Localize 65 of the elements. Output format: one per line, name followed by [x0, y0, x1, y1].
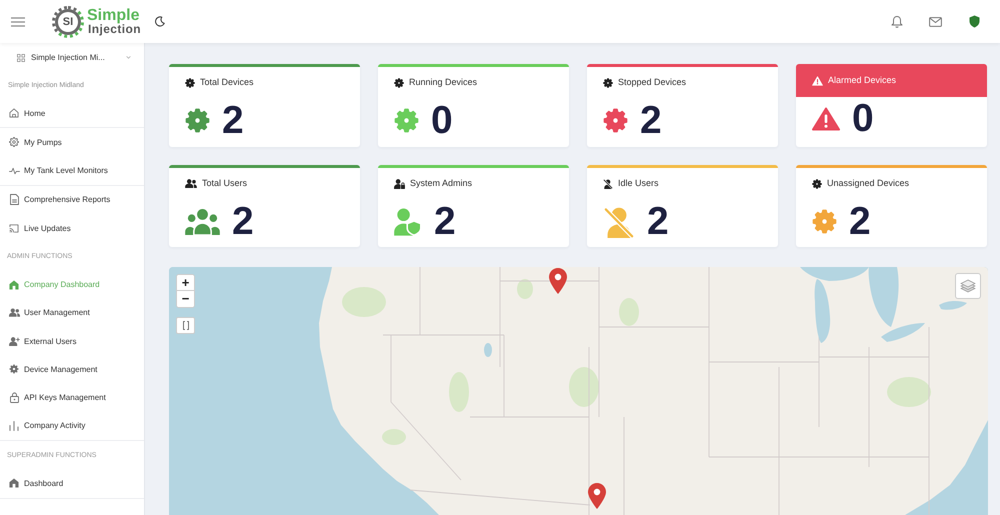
gear-icon: [394, 78, 404, 88]
logo-badge: SI: [52, 6, 84, 38]
stat-value: 2: [647, 202, 669, 241]
card-title: Unassigned Devices: [827, 178, 910, 189]
card-title: Alarmed Devices: [828, 75, 896, 86]
sidebar-link[interactable]: Live Updates: [0, 214, 144, 242]
users-icon: [185, 179, 197, 188]
sidebar-link[interactable]: My Pumps: [0, 128, 144, 156]
stat-value: 0: [431, 101, 453, 140]
sidebar-link[interactable]: External Users: [0, 327, 144, 356]
card-title: Total Users: [202, 178, 248, 189]
gear-icon: [603, 78, 613, 88]
user-plus-icon: [8, 336, 20, 346]
stat-value: 2: [434, 202, 456, 241]
sidebar-link[interactable]: Dashboard: [0, 469, 144, 498]
users-icon: [8, 308, 20, 318]
menu-icon[interactable]: [11, 16, 25, 26]
logo-name: Simple: [87, 8, 140, 22]
pulse-icon: [8, 166, 20, 175]
grid-icon: [17, 54, 25, 62]
layers-button[interactable]: [955, 273, 981, 299]
sidebar-link[interactable]: User Management: [0, 298, 144, 327]
user-lock-icon: [394, 178, 405, 188]
sidebar-link[interactable]: API Keys Management: [0, 384, 144, 412]
stat-value: 2: [849, 202, 871, 241]
company-select[interactable]: Simple Injection Mi...: [0, 43, 131, 72]
layers-icon: [960, 279, 976, 293]
warning-icon: [812, 76, 823, 86]
lock-icon: [10, 392, 18, 404]
stat-value: 2: [232, 202, 254, 241]
cast-icon: [9, 224, 19, 233]
sidebar-link[interactable]: Comprehensive Reports: [0, 186, 144, 214]
stat-value: 0: [852, 99, 874, 138]
moon-icon[interactable]: [154, 16, 165, 27]
card-title: Stopped Devices: [618, 77, 686, 88]
map-pin-icon[interactable]: [588, 483, 606, 509]
card-title: Total Devices: [200, 77, 254, 88]
sidebar-link[interactable]: Company Activity: [0, 412, 144, 440]
card-title: Running Devices: [409, 77, 478, 88]
gear-icon: [9, 137, 19, 148]
bell-icon[interactable]: [891, 15, 903, 28]
logo-tagline: Injection: [88, 22, 141, 36]
mail-icon[interactable]: [929, 16, 942, 26]
house-icon: [9, 478, 19, 488]
zoom-in-button[interactable]: +: [177, 275, 194, 291]
map-pin-icon[interactable]: [549, 268, 567, 294]
stat-value: 2: [640, 101, 662, 140]
gear-icon: [185, 78, 195, 88]
sidebar-link[interactable]: My Tank Level Monitors: [0, 156, 144, 185]
gear-icon: [812, 178, 822, 188]
map-tool-button[interactable]: [176, 317, 195, 334]
home-icon: [9, 108, 19, 118]
sidebar-link[interactable]: Device Management: [0, 355, 144, 384]
bar-chart-icon: [9, 420, 19, 431]
user-slash-icon: [603, 178, 613, 188]
house-icon: [9, 280, 19, 290]
card-title: Idle Users: [618, 178, 659, 189]
document-icon: [10, 194, 18, 206]
chevron-down-icon: [126, 56, 131, 59]
card-title: System Admins: [410, 178, 472, 189]
gear-icon: [9, 364, 19, 374]
sidebar-link[interactable]: Home: [0, 99, 144, 128]
brackets-icon: [182, 321, 188, 330]
shield-icon[interactable]: [969, 15, 980, 28]
stat-value: 2: [222, 101, 244, 140]
